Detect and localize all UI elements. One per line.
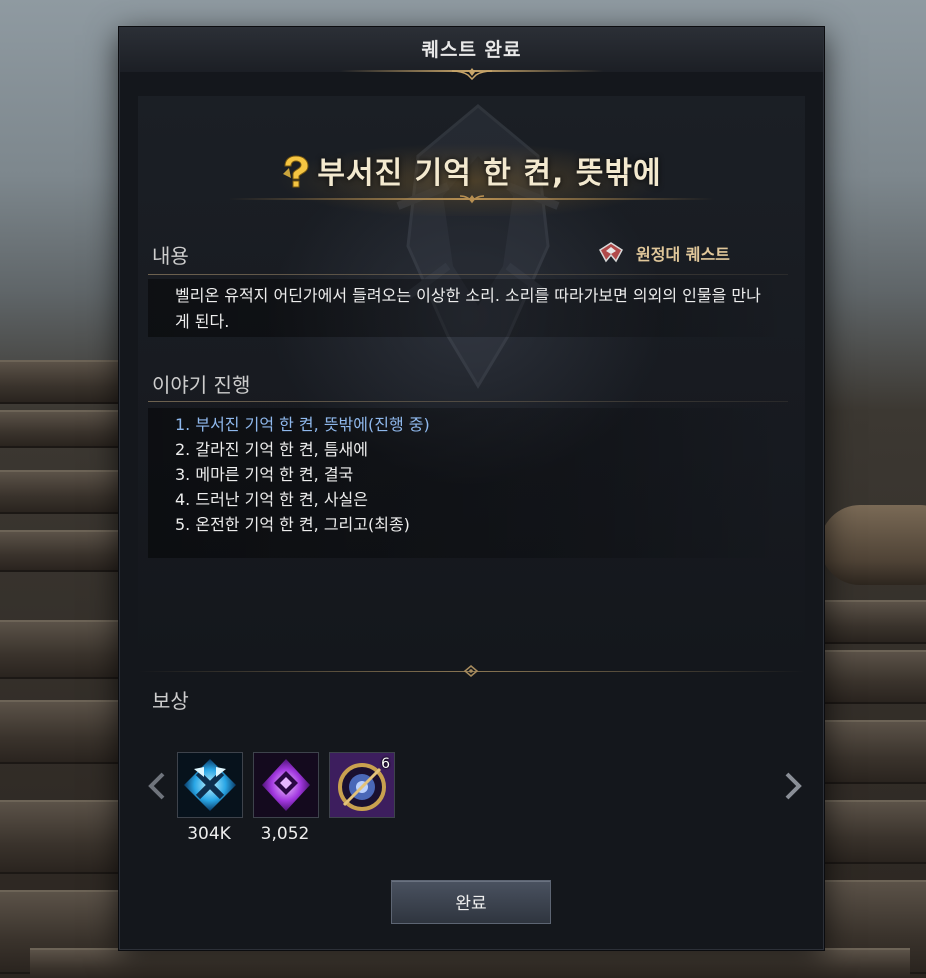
complete-button[interactable]: 완료: [391, 880, 551, 924]
title-ornament-icon: [451, 68, 493, 80]
story-step-item: 1. 부서진 기억 한 켠, 뜻밖에(진행 중): [175, 415, 430, 434]
reward-next-arrow-icon[interactable]: [782, 770, 804, 802]
content-section-label: 내용: [152, 244, 189, 268]
content-section-divider: [148, 274, 788, 275]
quest-title-text: 부서진 기억 한 켠, 뜻밖에: [317, 156, 662, 191]
expedition-emblem-icon: [599, 242, 623, 263]
story-section-label: 이야기 진행: [152, 373, 251, 397]
dialog-title: 퀘스트 완료: [421, 39, 522, 61]
reward-item-slot[interactable]: [177, 752, 243, 818]
quest-type-label: 원정대 퀘스트: [636, 245, 730, 264]
reward-item-slot[interactable]: 6: [329, 752, 395, 818]
purple-crystal-icon: [254, 753, 318, 817]
blue-crossed-hammers-icon: [178, 753, 242, 817]
story-step-item: 3. 메마른 기억 한 켠, 결국: [175, 465, 354, 484]
quest-content-area: 부서진 기억 한 켠, 뜻밖에 내용 원정대 퀘스트 벨리온 유적지 어딘가에서…: [138, 96, 805, 671]
reward-stack-count: 6: [381, 756, 390, 772]
quest-description: 벨리온 유적지 어딘가에서 들려오는 이상한 소리. 소리를 따라가보면 의외의…: [175, 286, 761, 331]
quest-title: 부서진 기억 한 켠, 뜻밖에: [138, 148, 805, 192]
banner-ornament-icon: [459, 195, 485, 204]
story-step-item: 4. 드러난 기억 한 켠, 사실은: [175, 490, 368, 509]
story-step-item: 2. 갈라진 기억 한 켠, 틈새에: [175, 440, 368, 459]
quest-complete-dialog: 퀘스트 완료 부서진 기억 한 켠, 뜻밖에 내용 원정대 퀘스트 벨리온 유적…: [119, 27, 824, 950]
quest-marker-icon: [283, 155, 309, 188]
story-steps-list: 1. 부서진 기억 한 켠, 뜻밖에(진행 중) 2. 갈라진 기억 한 켠, …: [175, 412, 775, 537]
story-section-divider: [148, 401, 788, 402]
reward-prev-arrow-icon[interactable]: [146, 770, 168, 802]
story-step-item: 5. 온전한 기억 한 켠, 그리고(최종): [175, 515, 410, 534]
reward-section-label: 보상: [152, 689, 189, 713]
divider-ornament-icon: [463, 665, 479, 677]
reward-item-slot[interactable]: [253, 752, 319, 818]
reward-quantity: 3,052: [260, 824, 310, 844]
